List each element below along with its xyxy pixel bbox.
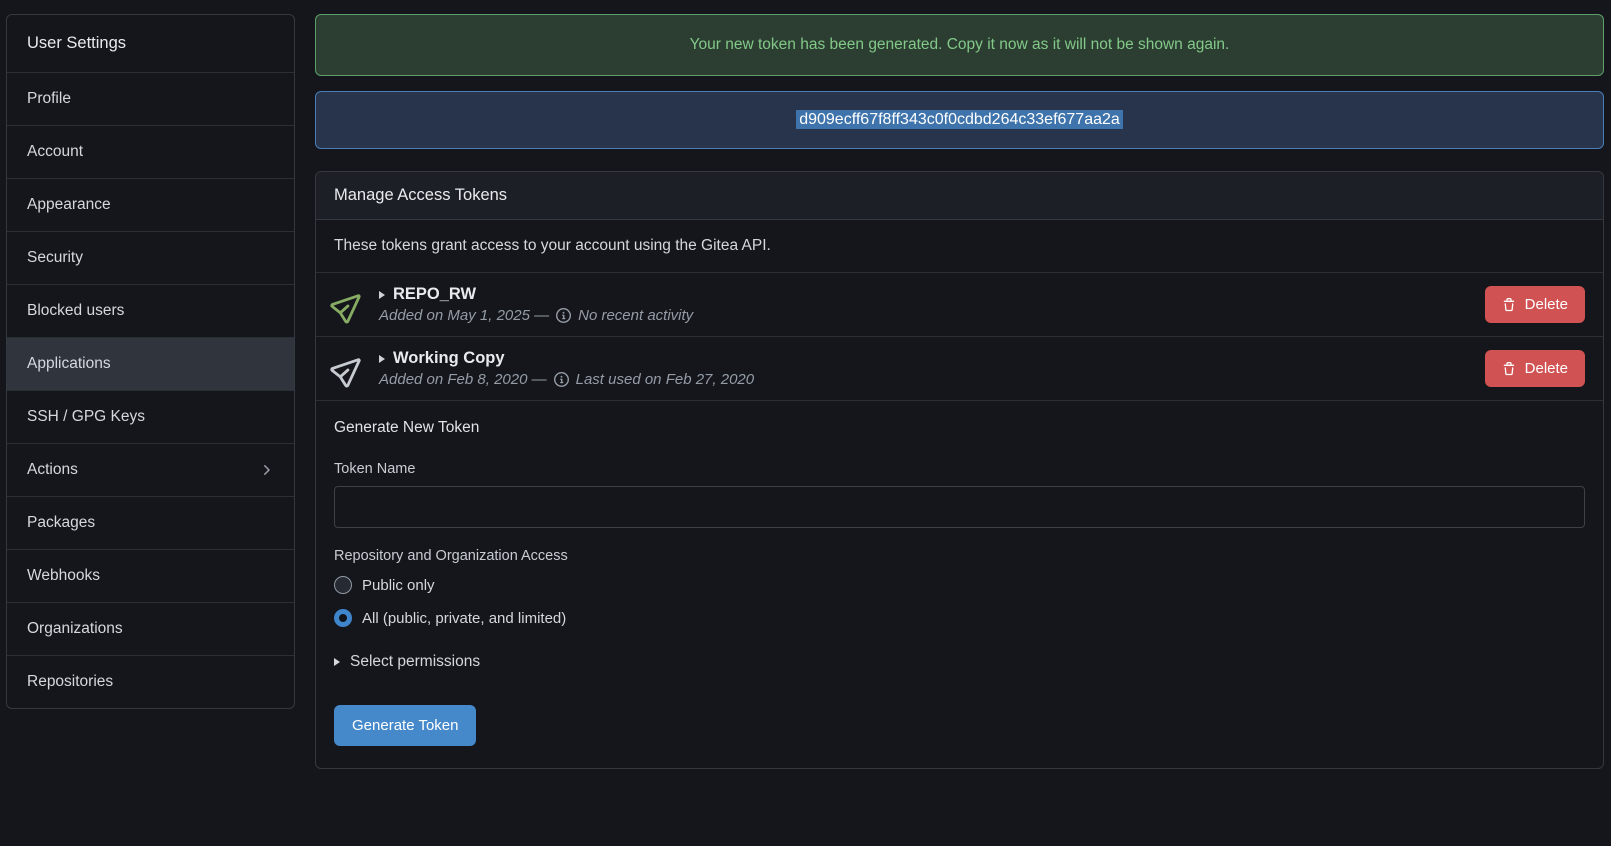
paper-airplane-icon bbox=[334, 354, 364, 384]
sidebar-item-label: Applications bbox=[27, 355, 111, 373]
sidebar-item-webhooks[interactable]: Webhooks bbox=[7, 549, 294, 602]
paper-airplane-icon bbox=[334, 290, 364, 320]
new-token-box[interactable]: d909ecff67f8ff343c0f0cdbd264c33ef677aa2a bbox=[315, 91, 1604, 149]
access-radio-option[interactable]: Public only bbox=[334, 576, 1585, 594]
token-meta: Added on Feb 8, 2020 — Last used on Feb … bbox=[379, 371, 754, 388]
caret-right-icon bbox=[334, 658, 340, 666]
radio-label: Public only bbox=[362, 577, 435, 594]
access-radio-group: Public only All (public, private, and li… bbox=[334, 576, 1585, 627]
sidebar-item-security[interactable]: Security bbox=[7, 231, 294, 284]
caret-right-icon bbox=[379, 355, 385, 363]
token-activity-text: No recent activity bbox=[578, 307, 693, 324]
panel-description: These tokens grant access to your accoun… bbox=[316, 220, 1603, 272]
token-added-text: Added on Feb 8, 2020 — bbox=[379, 371, 547, 388]
settings-sidebar: User Settings Profile Account Appearance… bbox=[6, 14, 295, 709]
sidebar-item-actions[interactable]: Actions bbox=[7, 443, 294, 496]
sidebar-item-account[interactable]: Account bbox=[7, 125, 294, 178]
manage-tokens-panel: Manage Access Tokens These tokens grant … bbox=[315, 171, 1604, 769]
sidebar-item-label: Packages bbox=[27, 514, 95, 532]
flash-message: Your new token has been generated. Copy … bbox=[690, 36, 1230, 53]
select-permissions-label: Select permissions bbox=[350, 653, 480, 671]
sidebar-item-label: Blocked users bbox=[27, 302, 124, 320]
delete-token-button[interactable]: Delete bbox=[1485, 286, 1585, 323]
panel-title: Manage Access Tokens bbox=[316, 172, 1603, 220]
token-name: Working Copy bbox=[393, 349, 505, 368]
flash-success-banner: Your new token has been generated. Copy … bbox=[315, 14, 1604, 76]
sidebar-item-label: Actions bbox=[27, 461, 78, 479]
token-row: REPO_RW Added on May 1, 2025 — No recent… bbox=[316, 272, 1603, 336]
sidebar-item-appearance[interactable]: Appearance bbox=[7, 178, 294, 231]
sidebar-nav: Profile Account Appearance Security Bloc… bbox=[7, 72, 294, 708]
token-row: Working Copy Added on Feb 8, 2020 — Last… bbox=[316, 336, 1603, 400]
token-name-toggle[interactable]: REPO_RW bbox=[379, 285, 693, 304]
token-meta: Added on May 1, 2025 — No recent activit… bbox=[379, 307, 693, 324]
sidebar-item-label: Profile bbox=[27, 90, 71, 108]
info-icon bbox=[556, 308, 571, 323]
token-name-label: Token Name bbox=[334, 461, 1585, 477]
sidebar-item-label: Organizations bbox=[27, 620, 123, 638]
radio-icon[interactable] bbox=[334, 609, 352, 627]
sidebar-item-packages[interactable]: Packages bbox=[7, 496, 294, 549]
chevron-right-icon bbox=[258, 462, 274, 478]
delete-label: Delete bbox=[1525, 296, 1568, 313]
radio-label: All (public, private, and limited) bbox=[362, 610, 566, 627]
token-activity-text: Last used on Feb 27, 2020 bbox=[576, 371, 754, 388]
select-permissions-toggle[interactable]: Select permissions bbox=[334, 653, 1585, 671]
token-name-input[interactable] bbox=[334, 486, 1585, 528]
token-name-toggle[interactable]: Working Copy bbox=[379, 349, 754, 368]
sidebar-item-label: SSH / GPG Keys bbox=[27, 408, 145, 426]
sidebar-item-ssh-gpg-keys[interactable]: SSH / GPG Keys bbox=[7, 390, 294, 443]
access-label: Repository and Organization Access bbox=[334, 548, 1585, 564]
sidebar-item-label: Appearance bbox=[27, 196, 111, 214]
delete-token-button[interactable]: Delete bbox=[1485, 350, 1585, 387]
token-added-text: Added on May 1, 2025 — bbox=[379, 307, 549, 324]
main-content: Your new token has been generated. Copy … bbox=[315, 14, 1604, 769]
generate-token-section: Generate New Token Token Name Repository… bbox=[316, 400, 1603, 768]
sidebar-header: User Settings bbox=[7, 15, 294, 72]
sidebar-item-label: Account bbox=[27, 143, 83, 161]
trash-icon bbox=[1502, 298, 1516, 312]
access-radio-option[interactable]: All (public, private, and limited) bbox=[334, 609, 1585, 627]
caret-right-icon bbox=[379, 291, 385, 299]
info-icon bbox=[554, 372, 569, 387]
sidebar-item-blocked-users[interactable]: Blocked users bbox=[7, 284, 294, 337]
sidebar-item-label: Webhooks bbox=[27, 567, 100, 585]
radio-icon[interactable] bbox=[334, 576, 352, 594]
token-name: REPO_RW bbox=[393, 285, 476, 304]
new-token-value[interactable]: d909ecff67f8ff343c0f0cdbd264c33ef677aa2a bbox=[796, 110, 1123, 129]
trash-icon bbox=[1502, 362, 1516, 376]
sidebar-item-label: Security bbox=[27, 249, 83, 267]
sidebar-item-repositories[interactable]: Repositories bbox=[7, 655, 294, 708]
token-list: REPO_RW Added on May 1, 2025 — No recent… bbox=[316, 272, 1603, 400]
generate-title: Generate New Token bbox=[334, 419, 1585, 437]
generate-token-button[interactable]: Generate Token bbox=[334, 705, 476, 746]
sidebar-item-applications[interactable]: Applications bbox=[7, 337, 294, 390]
sidebar-item-organizations[interactable]: Organizations bbox=[7, 602, 294, 655]
delete-label: Delete bbox=[1525, 360, 1568, 377]
sidebar-item-profile[interactable]: Profile bbox=[7, 72, 294, 125]
sidebar-item-label: Repositories bbox=[27, 673, 113, 691]
settings-page: User Settings Profile Account Appearance… bbox=[0, 0, 1611, 789]
